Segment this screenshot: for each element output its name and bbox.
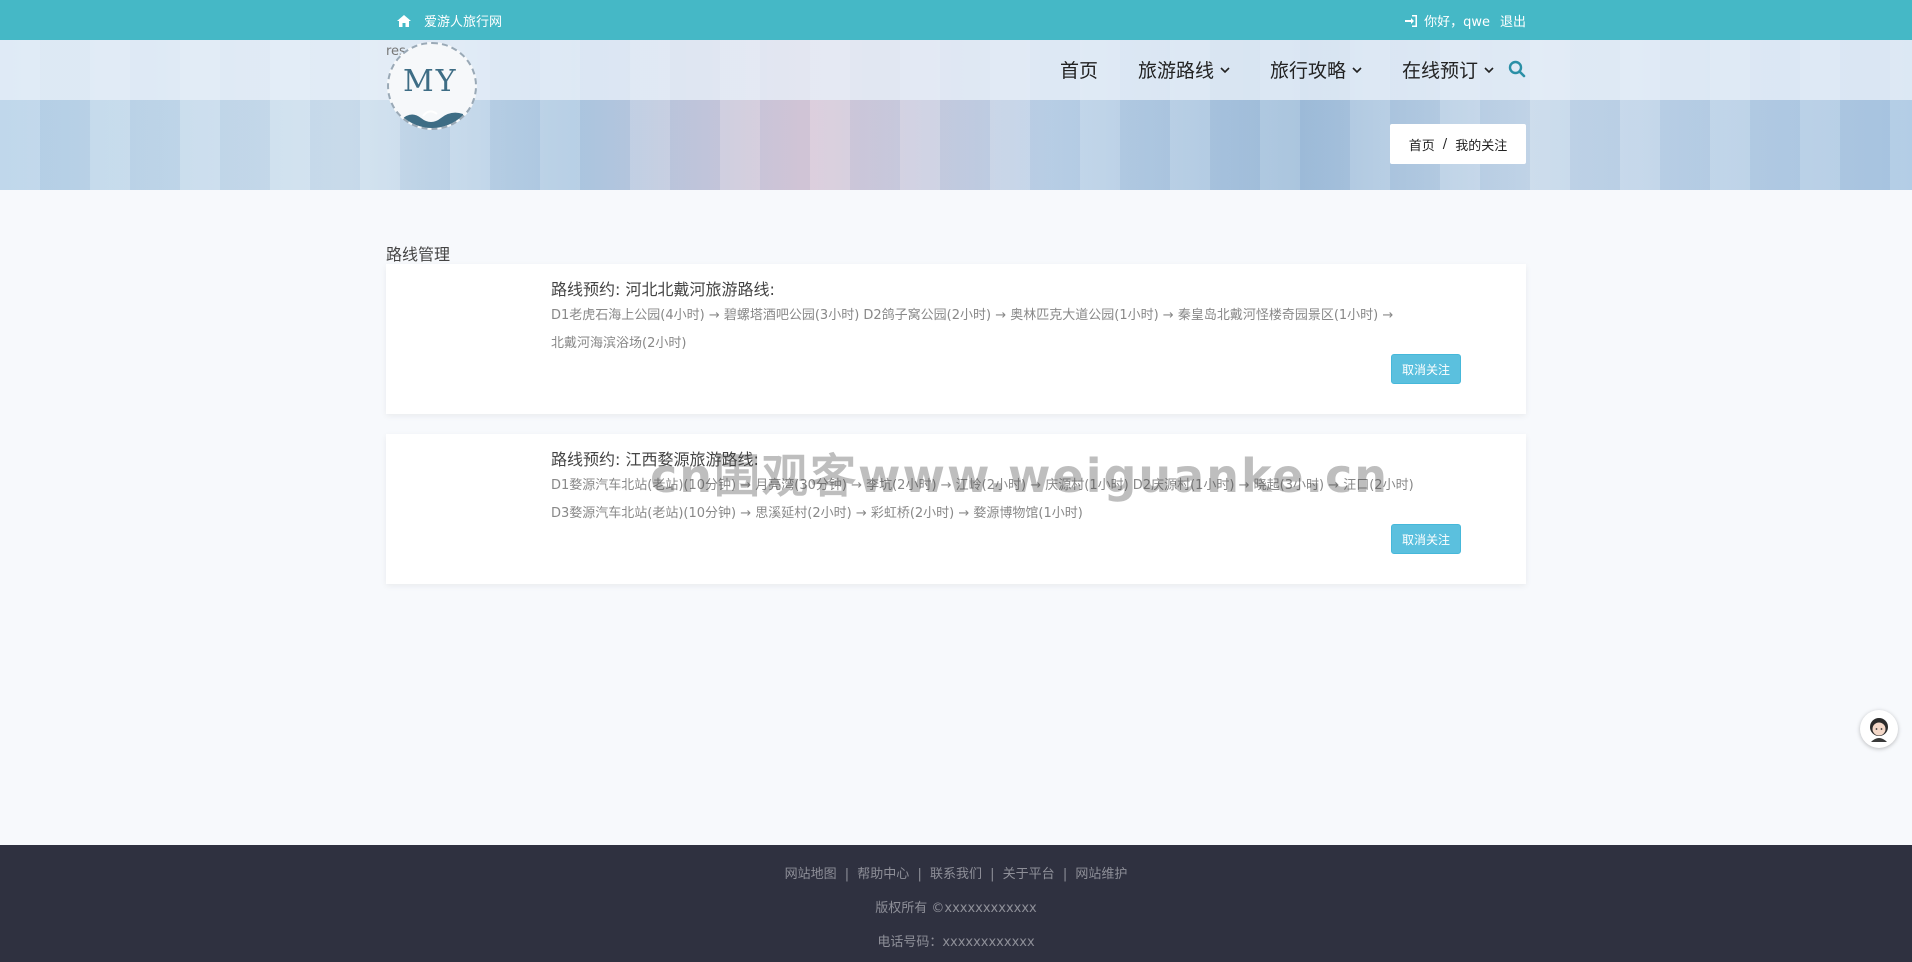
breadcrumb-current: 我的关注 xyxy=(1455,138,1508,154)
chevron-down-icon xyxy=(1352,66,1362,73)
chevron-down-icon xyxy=(1484,66,1494,73)
sign-in-icon xyxy=(1405,14,1418,27)
logo-text: MY xyxy=(403,64,458,99)
unfollow-button[interactable]: 取消关注 xyxy=(1391,524,1461,554)
nav-routes-label: 旅游路线 xyxy=(1138,60,1215,82)
main-nav: 首页 旅游路线 旅行攻略 在线预订 xyxy=(1060,56,1534,83)
footer-link-contact[interactable]: 联系我们 xyxy=(930,867,982,882)
footer-separator: | xyxy=(1062,867,1068,882)
breadcrumb-separator: / xyxy=(1442,136,1448,152)
footer-link-about[interactable]: 关于平台 xyxy=(1003,867,1055,882)
navbar xyxy=(0,40,1912,100)
route-card: 路线预约: 河北北戴河旅游路线: D1老虎石海上公园(4小时) → 碧螺塔酒吧公… xyxy=(386,264,1526,414)
nav-home[interactable]: 首页 xyxy=(1060,56,1098,83)
logout-link[interactable]: 退出 xyxy=(1500,11,1526,30)
top-bar-right: 你好，qwe 退出 xyxy=(1404,11,1526,30)
route-description-line: 北戴河海滨浴场(2小时) xyxy=(551,336,687,351)
nav-routes[interactable]: 旅游路线 xyxy=(1138,56,1230,83)
nav-home-label: 首页 xyxy=(1060,60,1099,82)
watermark: cn围观客www.weiguanke.cn xyxy=(650,449,1390,503)
route-description: D1老虎石海上公园(4小时) → 碧螺塔酒吧公园(3小时) D2鸽子窝公园(2小… xyxy=(551,302,1471,358)
footer-separator: | xyxy=(917,867,922,882)
site-name-link[interactable]: 爱游人旅行网 xyxy=(424,11,502,30)
top-bar: 爱游人旅行网 你好，qwe 退出 xyxy=(0,0,1912,40)
nav-booking[interactable]: 在线预订 xyxy=(1402,56,1494,83)
footer-phone: 电话号码：xxxxxxxxxxxx xyxy=(877,935,1035,950)
footer-link-maintenance[interactable]: 网站维护 xyxy=(1075,867,1127,882)
logo-wave-icon xyxy=(401,110,463,128)
site-logo[interactable]: MY xyxy=(387,42,477,130)
route-description-line: D1老虎石海上公园(4小时) → 碧螺塔酒吧公园(3小时) D2鸽子窝公园(2小… xyxy=(551,308,1394,323)
page-title: 路线管理 xyxy=(386,245,451,264)
nav-booking-label: 在线预订 xyxy=(1402,60,1479,82)
footer-links: 网站地图 | 帮助中心 | 联系我们 | 关于平台 | 网站维护 xyxy=(0,863,1912,882)
chevron-down-icon xyxy=(1220,66,1230,73)
footer: 网站地图 | 帮助中心 | 联系我们 | 关于平台 | 网站维护 版权所有 ©x… xyxy=(0,845,1912,962)
nav-guides[interactable]: 旅行攻略 xyxy=(1270,56,1362,83)
search-icon[interactable] xyxy=(1508,60,1526,78)
user-greeting[interactable]: 你好，qwe xyxy=(1424,11,1490,30)
nav-guides-label: 旅行攻略 xyxy=(1270,60,1347,82)
footer-link-sitemap[interactable]: 网站地图 xyxy=(785,867,837,882)
breadcrumb-home[interactable]: 首页 xyxy=(1409,135,1435,154)
route-title: 路线预约: 河北北戴河旅游路线: xyxy=(551,280,775,299)
top-bar-left: 爱游人旅行网 xyxy=(396,11,502,30)
footer-separator: | xyxy=(990,867,995,882)
footer-separator: | xyxy=(844,867,850,882)
unfollow-button[interactable]: 取消关注 xyxy=(1391,354,1461,384)
footer-link-help[interactable]: 帮助中心 xyxy=(857,867,909,882)
chat-avatar-icon[interactable] xyxy=(1860,710,1898,748)
footer-copyright: 版权所有 ©xxxxxxxxxxxx xyxy=(875,901,1037,916)
breadcrumb: 首页 / 我的关注 xyxy=(1390,124,1526,164)
home-icon[interactable] xyxy=(396,14,412,28)
page-banner: res MY 首页 旅游路线 旅行攻略 在线预订 首页 / 我的关注 xyxy=(0,40,1912,190)
